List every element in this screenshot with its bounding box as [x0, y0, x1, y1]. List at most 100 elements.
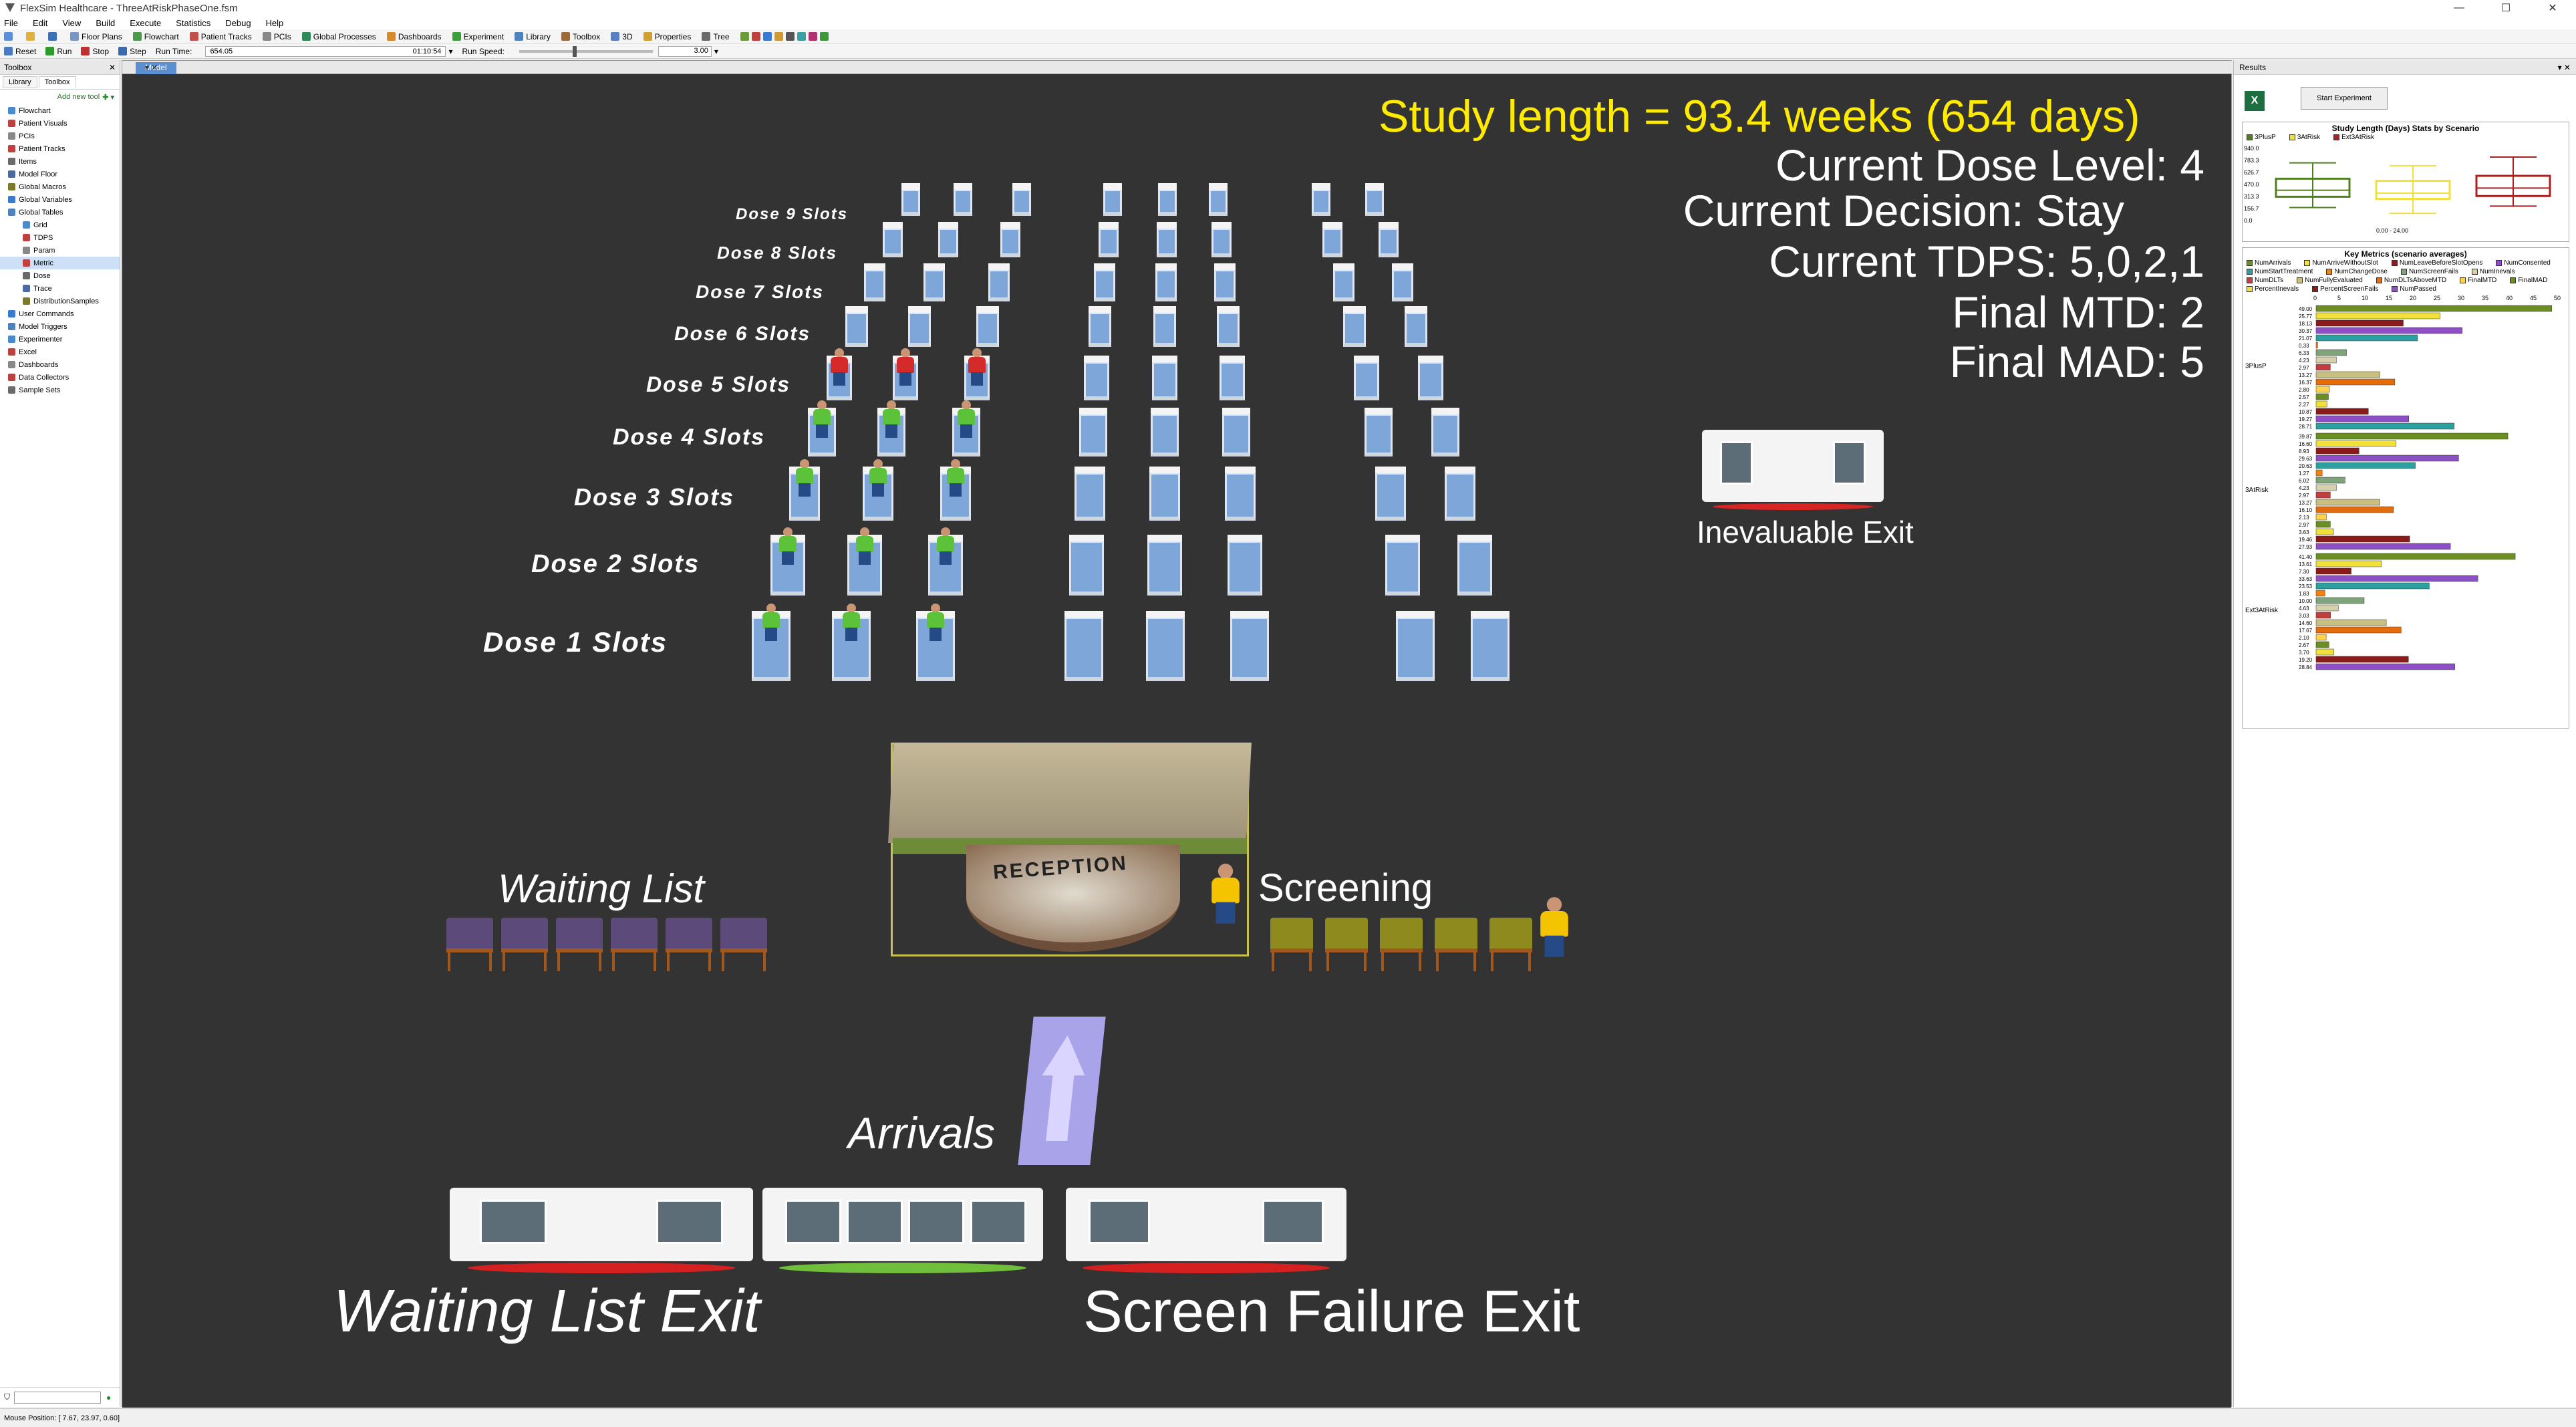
- toolbar-dashboards[interactable]: Dashboards: [386, 32, 442, 41]
- run-speed-dropdown[interactable]: ▾: [714, 47, 718, 56]
- patient-bed[interactable]: [1228, 535, 1262, 596]
- toolbar-pcis[interactable]: PCIs: [262, 32, 291, 41]
- patient-bed[interactable]: [1211, 222, 1232, 257]
- tree-item-trace[interactable]: Trace: [0, 282, 120, 295]
- patient-figure[interactable]: [967, 348, 987, 386]
- patient-bed[interactable]: [1343, 306, 1367, 347]
- menu-file[interactable]: File: [4, 18, 18, 28]
- waiting-chair[interactable]: [720, 918, 767, 971]
- patient-figure[interactable]: [855, 527, 875, 565]
- patient-bed[interactable]: [1378, 222, 1399, 257]
- tab-library[interactable]: Library: [3, 76, 37, 88]
- toolbar-toolbox[interactable]: Toolbox: [561, 32, 600, 41]
- arrivals-arrow-pad[interactable]: [1018, 1017, 1106, 1165]
- add-new-tool-button[interactable]: Add new tool ✚ ▾: [0, 90, 120, 104]
- run-time-field[interactable]: 654.05 01:10:54: [205, 45, 446, 57]
- tree-item-model-triggers[interactable]: Model Triggers: [0, 320, 120, 333]
- close-button[interactable]: ✕: [2529, 0, 2576, 16]
- menu-build[interactable]: Build: [96, 18, 115, 28]
- patient-bed[interactable]: [1079, 408, 1107, 457]
- patient-bed[interactable]: [1312, 183, 1330, 216]
- patient-bed[interactable]: [1385, 535, 1421, 596]
- toolbar-floor-plans[interactable]: Floor Plans: [70, 32, 122, 41]
- patient-bed[interactable]: [1103, 183, 1122, 216]
- menu-edit[interactable]: Edit: [33, 18, 47, 28]
- patient-figure[interactable]: [795, 459, 815, 497]
- tree-item-sample-sets[interactable]: Sample Sets: [0, 384, 120, 396]
- patient-bed[interactable]: [1322, 222, 1342, 257]
- reset-button[interactable]: Reset: [4, 47, 36, 56]
- excel-export-button[interactable]: X: [2245, 91, 2265, 111]
- model-close-icon[interactable]: ▾ ✕: [136, 62, 2227, 74]
- patient-figure[interactable]: [895, 348, 915, 386]
- patient-bed[interactable]: [976, 306, 999, 347]
- patient-bed[interactable]: [1149, 467, 1180, 521]
- tree-item-grid[interactable]: Grid: [0, 219, 120, 231]
- tree-item-patient-tracks[interactable]: Patient Tracks: [0, 142, 120, 155]
- waiting-list-exit-door[interactable]: [450, 1188, 753, 1273]
- menu-debug[interactable]: Debug: [225, 18, 251, 28]
- patient-bed[interactable]: [1220, 356, 1245, 400]
- tab-toolbox[interactable]: Toolbox: [38, 76, 76, 88]
- minimize-button[interactable]: —: [2436, 0, 2482, 16]
- patient-bed[interactable]: [1418, 356, 1443, 400]
- arrivals-entrance-door[interactable]: [762, 1188, 1043, 1273]
- patient-figure[interactable]: [778, 527, 798, 565]
- step-button[interactable]: Step: [118, 47, 146, 56]
- patient-bed[interactable]: [1147, 535, 1183, 596]
- toolbox-close-icon[interactable]: ✕: [109, 63, 116, 72]
- patient-bed[interactable]: [1431, 408, 1459, 457]
- patient-bed[interactable]: [1153, 306, 1177, 347]
- patient-bed[interactable]: [1156, 222, 1177, 257]
- patient-bed[interactable]: [1364, 408, 1393, 457]
- patient-bed[interactable]: [1089, 306, 1112, 347]
- patient-figure[interactable]: [841, 604, 861, 641]
- waiting-chair[interactable]: [611, 918, 658, 971]
- patient-bed[interactable]: [1012, 183, 1031, 216]
- screening-chair[interactable]: [1489, 918, 1532, 971]
- patient-bed[interactable]: [1209, 183, 1228, 216]
- menu-help[interactable]: Help: [266, 18, 284, 28]
- patient-bed[interactable]: [1396, 611, 1435, 681]
- waiting-chair[interactable]: [501, 918, 548, 971]
- run-speed-knob[interactable]: [572, 45, 577, 57]
- patient-bed[interactable]: [1230, 611, 1269, 681]
- tree-item-global-variables[interactable]: Global Variables: [0, 193, 120, 206]
- patient-bed[interactable]: [1158, 183, 1177, 216]
- patient-figure[interactable]: [761, 604, 781, 641]
- patient-bed[interactable]: [1471, 611, 1510, 681]
- tree-item-tdps[interactable]: TDPS: [0, 231, 120, 244]
- patient-bed[interactable]: [1225, 467, 1256, 521]
- extra-tool-icons[interactable]: [740, 32, 831, 41]
- patient-bed[interactable]: [1375, 467, 1406, 521]
- toolbar-properties[interactable]: Properties: [643, 32, 691, 41]
- patient-bed[interactable]: [901, 183, 920, 216]
- new-icon[interactable]: [4, 32, 15, 41]
- tree-item-distributionsamples[interactable]: DistributionSamples: [0, 295, 120, 307]
- patient-figure[interactable]: [956, 400, 976, 438]
- run-speed-slider[interactable]: [519, 45, 653, 57]
- maximize-button[interactable]: ☐: [2482, 0, 2529, 16]
- menu-view[interactable]: View: [62, 18, 81, 28]
- screening-chair[interactable]: [1325, 918, 1368, 971]
- toolbar-global-processes[interactable]: Global Processes: [301, 32, 376, 41]
- toolbar-library[interactable]: Library: [515, 32, 551, 41]
- patient-bed[interactable]: [1074, 467, 1105, 521]
- inevaluable-exit-door[interactable]: [1702, 430, 1884, 510]
- run-button[interactable]: Run: [45, 47, 71, 56]
- patient-bed[interactable]: [1069, 535, 1105, 596]
- tree-item-excel[interactable]: Excel: [0, 346, 120, 358]
- toolbar-3d[interactable]: 3D: [611, 32, 633, 41]
- patient-bed[interactable]: [1214, 263, 1236, 301]
- patient-figure[interactable]: [925, 604, 946, 641]
- patient-bed[interactable]: [1217, 306, 1240, 347]
- patient-bed[interactable]: [883, 222, 903, 257]
- patient-bed[interactable]: [1405, 306, 1428, 347]
- toolbar-tree[interactable]: Tree: [702, 32, 730, 41]
- tree-item-param[interactable]: Param: [0, 244, 120, 257]
- model-3d-canvas[interactable]: Study length = 93.4 weeks (654 days) Cur…: [122, 74, 2231, 1408]
- toolbar-patient-tracks[interactable]: Patient Tracks: [189, 32, 252, 41]
- stop-button[interactable]: Stop: [81, 47, 109, 56]
- patient-bed[interactable]: [907, 306, 931, 347]
- results-close-icon[interactable]: ▾ ✕: [2558, 63, 2571, 72]
